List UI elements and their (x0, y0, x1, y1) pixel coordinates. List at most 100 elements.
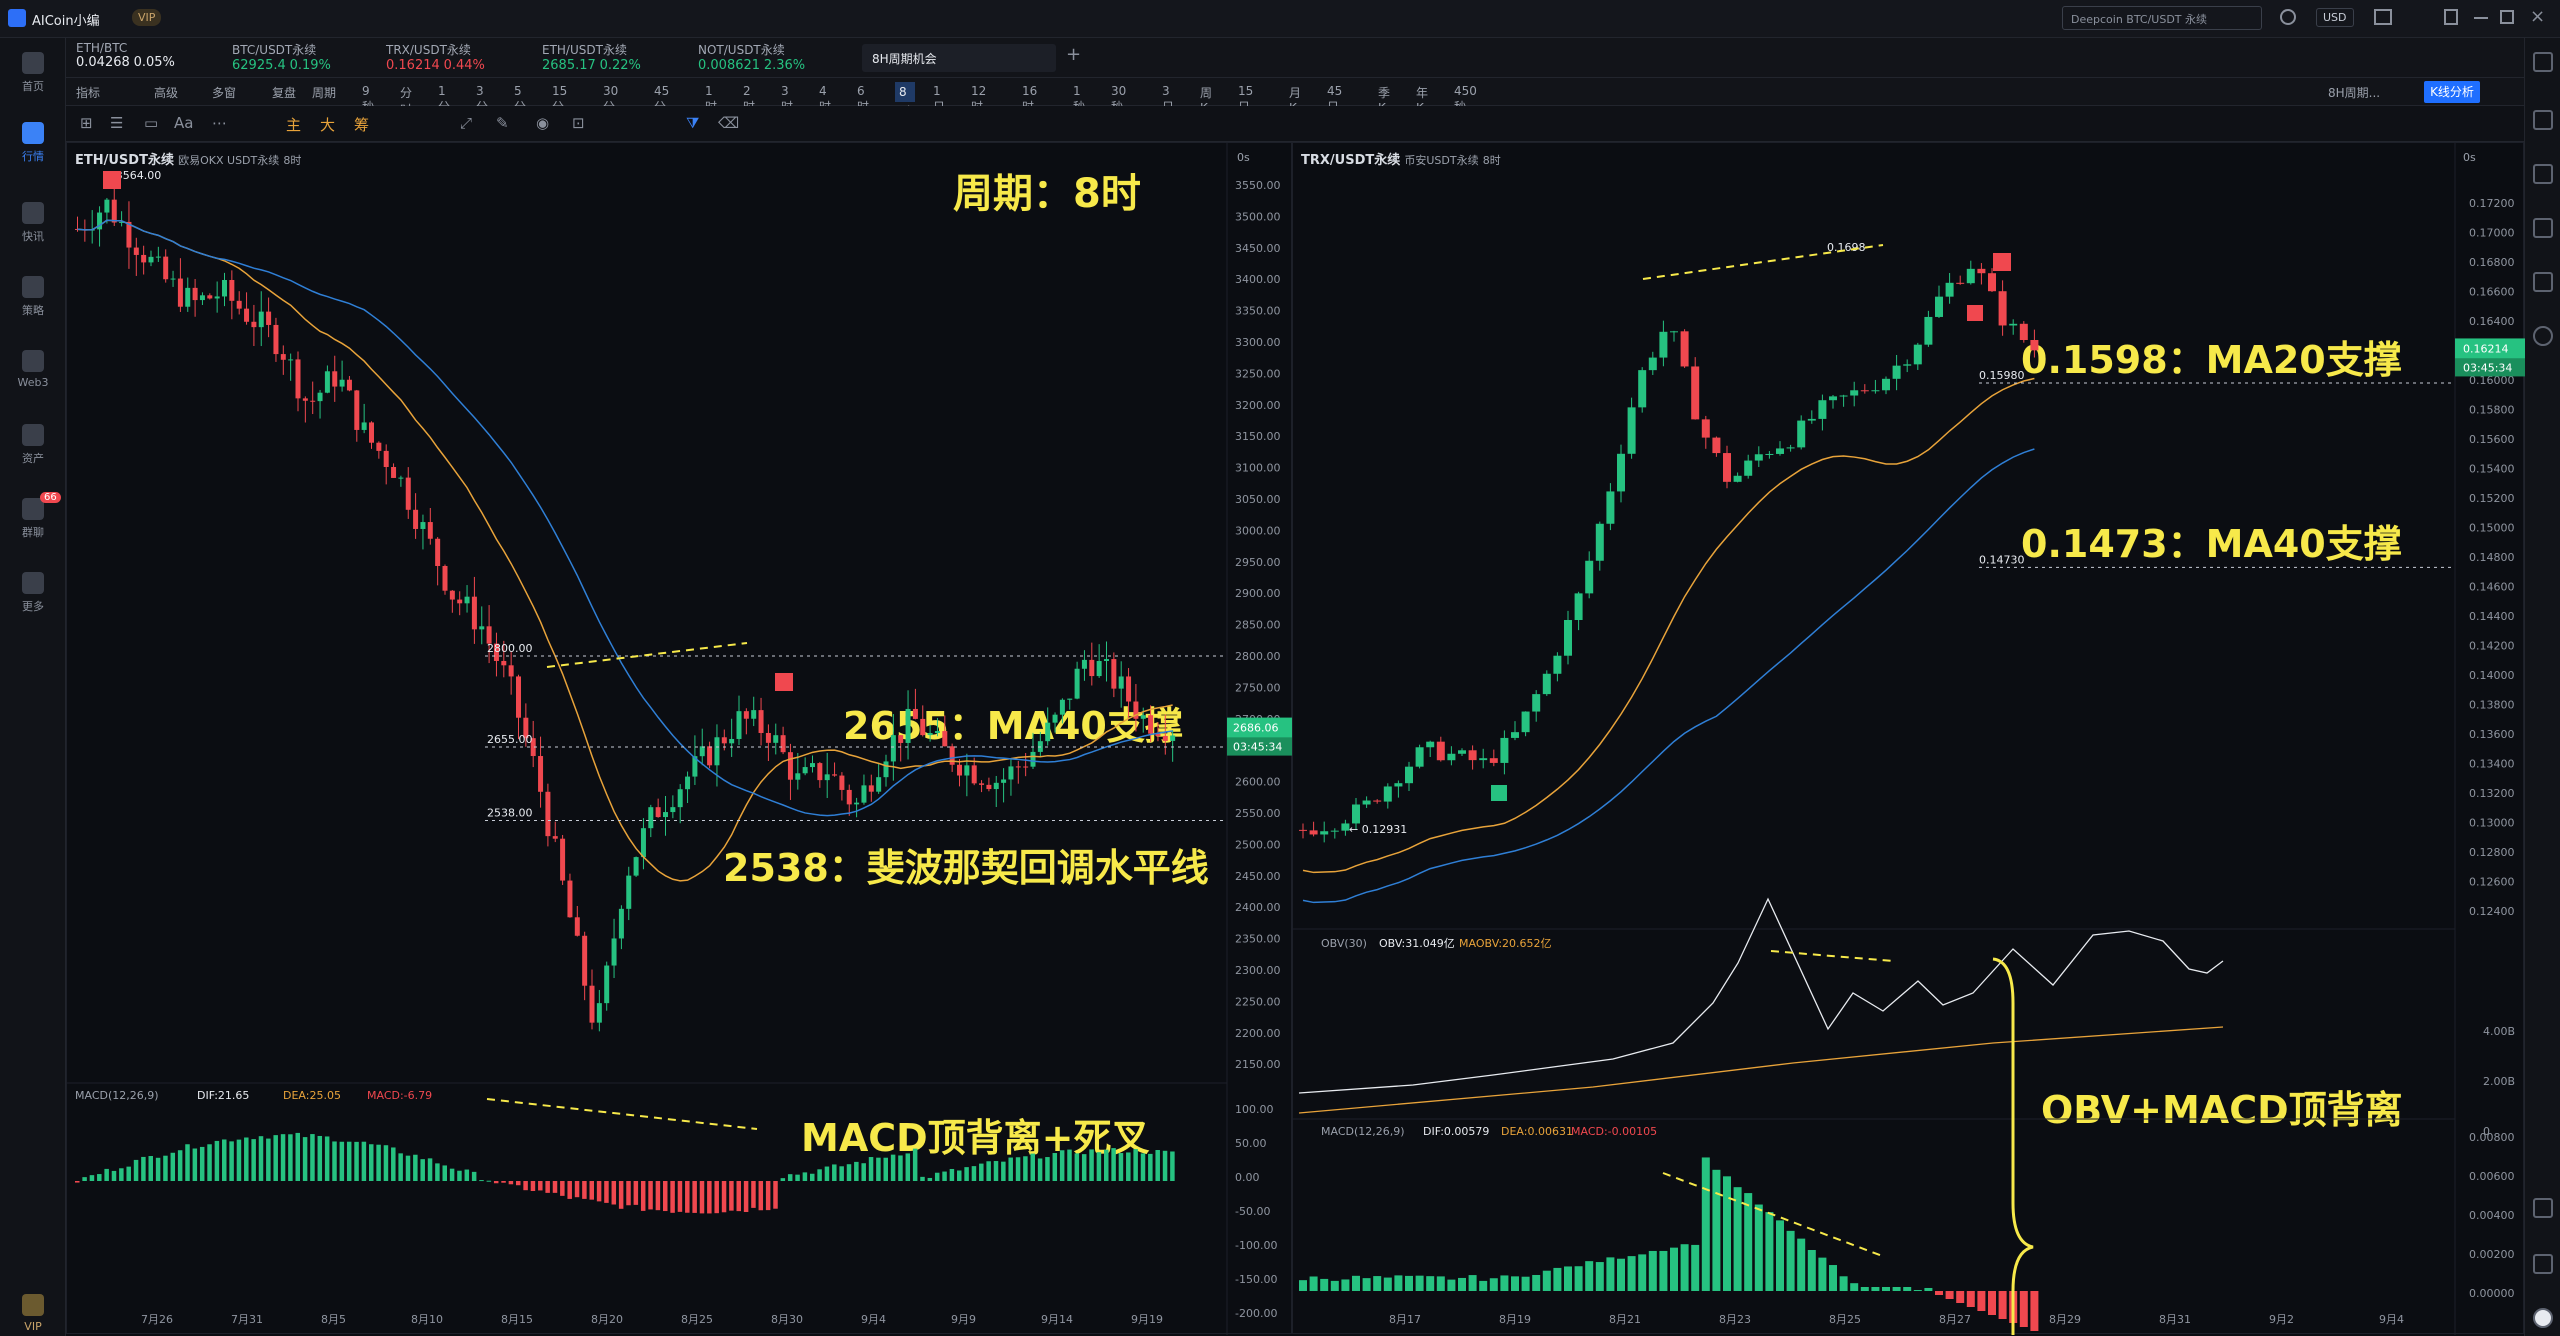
ticker-eth[interactable]: ETH/USDT永续 2685.17 0.22% (542, 41, 641, 73)
eye-icon[interactable]: ◉ (536, 114, 549, 132)
watchlist-icon[interactable] (2533, 110, 2553, 130)
candle-body (1553, 655, 1562, 674)
nav-market[interactable]: 行情 (0, 122, 66, 164)
trade-icon[interactable] (2533, 164, 2553, 184)
layout-select[interactable]: 8H周期... (2328, 84, 2380, 101)
x-tick-label: 8月27 (1939, 1313, 1971, 1326)
candle-body (979, 783, 985, 785)
macd-bar (2030, 1291, 2039, 1331)
nav-label: 行情 (22, 150, 44, 163)
y-tick-label: 3500.00 (1235, 210, 1281, 223)
candle-body (324, 371, 330, 393)
add-tab-button[interactable]: + (1066, 44, 1081, 65)
layout-icon[interactable] (2533, 52, 2553, 72)
filter-icon[interactable]: ⧩ (686, 114, 699, 132)
right-chart-panel[interactable]: TRX/USDT永续 币安USDT永续 8时 0s 0.1598：MA20支撑 … (1292, 142, 2525, 1335)
nav-more[interactable]: 更多 (0, 572, 66, 614)
popout-icon[interactable] (2444, 9, 2458, 25)
nav-chat[interactable]: 群聊 66 (0, 492, 66, 540)
toolbar-indicator[interactable]: 指标 (76, 84, 100, 101)
candle-body (707, 746, 713, 766)
ticker-ethbtc[interactable]: ETH/BTC 0.04268 0.05% (76, 41, 175, 70)
nav-strategy[interactable]: 策略 (0, 276, 66, 318)
toolbar-multiwindow[interactable]: 多窗 (212, 84, 236, 101)
macd-bar (883, 1157, 888, 1181)
tool-chips[interactable]: 筹 (354, 114, 369, 135)
macd-bar (1023, 1156, 1028, 1181)
macd-bar (207, 1144, 212, 1181)
macd-bar (493, 1181, 499, 1184)
y-tick-label: 3200.00 (1235, 399, 1281, 412)
macd-bar (471, 1171, 477, 1181)
cursor-icon[interactable]: ⊞ (80, 114, 93, 132)
macd-bar (1829, 1265, 1837, 1291)
candle-body (1638, 370, 1647, 408)
candle-body (354, 390, 360, 430)
ticker-not[interactable]: NOT/USDT永续 0.008621 2.36% (698, 41, 805, 73)
menu-icon[interactable]: ☰ (110, 114, 123, 132)
tool-main[interactable]: 主 (286, 114, 301, 135)
nav-web3[interactable]: Web3 (0, 350, 66, 389)
nav-news[interactable]: 快讯 (0, 202, 66, 244)
bell-icon[interactable] (2280, 9, 2296, 25)
ticker-trx[interactable]: TRX/USDT永续 0.16214 0.44% (386, 41, 485, 73)
orders-icon[interactable] (2533, 218, 2553, 238)
ticker-btc[interactable]: BTC/USDT永续 62925.4 0.19% (232, 41, 331, 73)
candle-body (273, 324, 279, 355)
candle-body (192, 287, 198, 301)
right-chart-svg[interactable]: 0.17200 0.17000 0.16800 0.16600 0.16400 0.162… (1293, 143, 2525, 1335)
candle-body (236, 300, 242, 309)
macd-bar (604, 1181, 609, 1203)
line-icon[interactable]: ⤢ (460, 114, 472, 132)
maximize-icon[interactable] (2500, 10, 2514, 24)
macd-bar (427, 1158, 433, 1181)
alert-icon[interactable] (2533, 272, 2553, 292)
macd-bar (1564, 1266, 1572, 1291)
toolbar-period[interactable]: 周期 (312, 84, 336, 101)
candle-body (721, 737, 727, 744)
rect-icon[interactable]: ▭ (144, 114, 158, 132)
left-chart-panel[interactable]: ETH/USDT永续 欧易OKX USDT永续 8时 0s 周期：8时 2655… (66, 142, 1293, 1335)
settings-icon[interactable] (2533, 326, 2553, 346)
pen-icon[interactable]: ✎ (496, 114, 509, 132)
avatar-icon[interactable] (2533, 1308, 2553, 1328)
y-tick-label: 2600.00 (1235, 776, 1281, 789)
trash-icon[interactable]: ⌫ (718, 114, 739, 132)
tab-8h[interactable]: 8H周期机会 (862, 44, 1056, 72)
calendar-icon[interactable] (2533, 1198, 2553, 1218)
lock-icon[interactable]: ⊡ (572, 114, 585, 132)
tool-big[interactable]: 大 (320, 114, 335, 135)
period-13[interactable]: 8时 (895, 82, 915, 119)
macd-bar (1988, 1291, 1996, 1315)
candle-body (413, 509, 419, 529)
close-icon[interactable]: × (2530, 6, 2545, 27)
nav-assets[interactable]: 资产 (0, 424, 66, 466)
minimize-icon[interactable] (2474, 17, 2488, 19)
macd-bar (530, 1181, 536, 1191)
macd-bar (1553, 1267, 1562, 1291)
kline-analysis-button[interactable]: K线分析 (2424, 81, 2480, 103)
y-tick-label: 0.14600 (2469, 581, 2515, 594)
macd-bar (839, 1166, 844, 1181)
nav-vip[interactable]: VIP (0, 1294, 66, 1333)
mail-icon[interactable] (2374, 9, 2392, 25)
nav-home[interactable]: 首页 (0, 52, 66, 94)
macd-bar (1118, 1153, 1124, 1181)
dots-icon[interactable]: ⋯ (212, 114, 227, 132)
vip-badge[interactable]: VIP (132, 9, 162, 26)
macd-bar (1436, 1276, 1445, 1291)
left-chart-svg[interactable]: 3550.00 3500.00 3450.00 3400.00 3350.00 3300.… (67, 143, 1293, 1335)
text-icon[interactable]: Aa (174, 114, 193, 132)
macd-bar (479, 1180, 484, 1182)
currency-select[interactable]: USD (2316, 8, 2354, 27)
macd-y-tick: -150.00 (1235, 1273, 1277, 1286)
candle-body (993, 782, 999, 790)
macd-bar (743, 1181, 749, 1212)
toolbar-advanced[interactable]: 高级 (154, 84, 178, 101)
macd-bar (442, 1165, 447, 1181)
toolbar-replay[interactable]: 复盘 (272, 84, 296, 101)
maobv-value: MAOBV:20.652亿 (1459, 937, 1552, 950)
help-icon[interactable] (2533, 1254, 2553, 1274)
search-input[interactable]: Deepcoin BTC/USDT 永续 (2062, 6, 2262, 30)
candle-body (890, 735, 896, 762)
